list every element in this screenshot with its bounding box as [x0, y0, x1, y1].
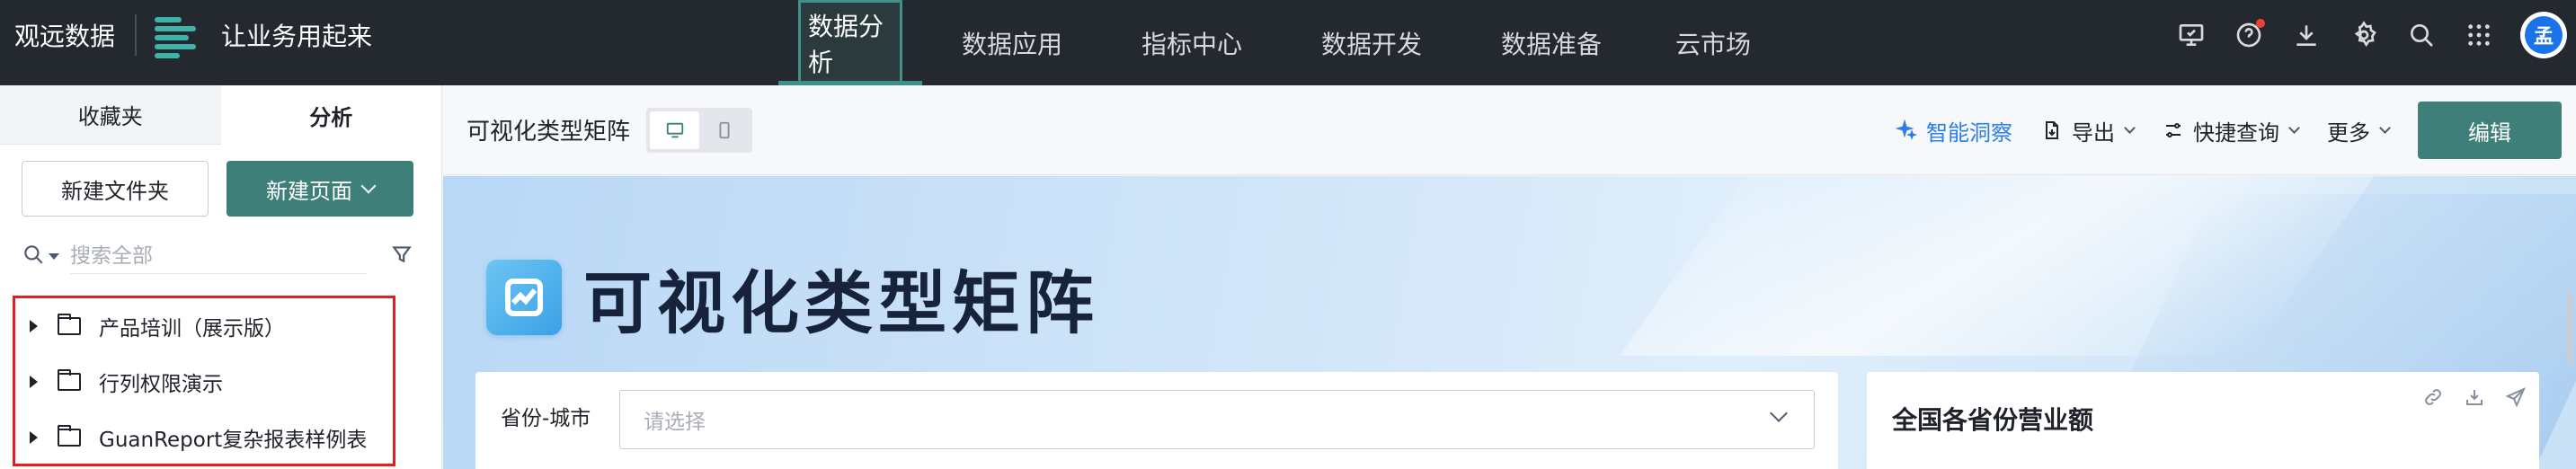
tab-favorites[interactable]: 收藏夹: [0, 85, 221, 145]
folder-label: 产品培训（展示版）: [99, 317, 285, 341]
brand-name: 观远数据: [14, 22, 116, 51]
nav-item-data-prep[interactable]: 数据准备: [1461, 0, 1641, 85]
nav-item-label: 数据准备: [1500, 29, 1602, 59]
notification-dot: [2256, 19, 2265, 28]
tree-folder-item[interactable]: 产品培训（展示版）: [15, 298, 393, 354]
folder-label: GuanReport复杂报表样例表: [99, 429, 368, 452]
chevron-down-icon: [2288, 121, 2300, 134]
search-input[interactable]: [70, 238, 367, 274]
brand[interactable]: 观远数据 让业务用起来: [14, 0, 372, 70]
top-navigation-bar: 观远数据 让业务用起来 数据分析 数据应用 指标中心 数据开发 数据准备 云市场: [0, 0, 2576, 86]
card-tools: [2422, 386, 2527, 411]
more-label: 更多: [2327, 119, 2370, 146]
new-folder-button[interactable]: 新建文件夹: [22, 161, 209, 217]
settings-icon[interactable]: [2335, 6, 2393, 64]
desktop-view-button[interactable]: [650, 111, 700, 149]
province-city-select[interactable]: 请选择: [619, 390, 1815, 449]
sidebar: 收藏夹 分析 新建文件夹 新建页面 产品培训（展示版） 行列权限演示: [0, 85, 442, 469]
nav-item-cloud-market[interactable]: 云市场: [1641, 0, 1785, 85]
sidebar-actions: 新建文件夹 新建页面: [0, 161, 441, 217]
new-page-button[interactable]: 新建页面: [227, 161, 413, 217]
export-label: 导出: [2072, 119, 2115, 146]
top-icons: 孟: [2163, 0, 2576, 70]
sidebar-tabs: 收藏夹 分析: [0, 85, 441, 145]
nav-item-label: 数据分析: [798, 0, 902, 86]
monitor-icon[interactable]: [2163, 6, 2220, 64]
page-title: 可视化类型矩阵: [466, 119, 631, 146]
chevron-down-icon: [360, 178, 377, 194]
tree-folder-item[interactable]: 行列权限演示: [15, 354, 393, 410]
report-title: 可视化类型矩阵: [583, 263, 1099, 343]
chart-card: 全国各省份营业额: [1867, 372, 2539, 469]
chevron-down-icon: [2379, 121, 2391, 134]
chevron-down-icon: [2124, 121, 2136, 134]
page-toolbar: 可视化类型矩阵 智能洞察 导出 快捷查询 更多 编辑: [443, 85, 2576, 175]
tab-analysis[interactable]: 分析: [220, 85, 441, 145]
edit-button[interactable]: 编辑: [2418, 102, 2562, 159]
folder-tree: 产品培训（展示版） 行列权限演示 GuanReport复杂报表样例表: [13, 296, 395, 466]
new-page-button-label: 新建页面: [266, 178, 352, 204]
main-nav: 数据分析 数据应用 指标中心 数据开发 数据准备 云市场: [778, 0, 1785, 86]
report-canvas: 可视化类型矩阵 省份-城市 请选择 全国各省份营业额: [443, 176, 2576, 469]
nav-item-data-analysis[interactable]: 数据分析: [778, 0, 922, 86]
search-icon[interactable]: [22, 243, 45, 270]
nav-item-label: 云市场: [1674, 29, 1751, 59]
folder-icon: [58, 425, 81, 447]
brand-slogan: 让业务用起来: [221, 22, 373, 51]
chevron-down-icon: [1770, 404, 1788, 422]
folder-icon: [58, 314, 81, 335]
nav-item-label: 指标中心: [1141, 29, 1242, 59]
link-icon[interactable]: [2422, 386, 2444, 411]
nav-item-data-dev[interactable]: 数据开发: [1282, 0, 1461, 85]
ai-insight-button[interactable]: 智能洞察: [1896, 115, 2012, 146]
vertical-scrollbar[interactable]: [2567, 293, 2572, 365]
filter-card: 省份-城市 请选择: [475, 372, 1838, 469]
download-icon[interactable]: [2278, 6, 2335, 64]
export-button[interactable]: 导出: [2041, 115, 2136, 146]
device-toggle: [646, 107, 753, 153]
chart-title: 全国各省份营业额: [1892, 405, 2094, 435]
nav-item-data-apps[interactable]: 数据应用: [922, 0, 1102, 85]
report-chart-icon: [486, 260, 562, 335]
filter-label: 省份-城市: [501, 407, 591, 430]
apps-grid-icon[interactable]: [2450, 6, 2508, 64]
folder-icon: [58, 369, 81, 391]
download-icon[interactable]: [2464, 386, 2485, 411]
main-content: 可视化类型矩阵 智能洞察 导出 快捷查询 更多 编辑 可视化类型矩阵 省份-城市…: [443, 85, 2576, 469]
select-placeholder: 请选择: [644, 411, 706, 434]
brand-logo-icon: [155, 12, 201, 58]
more-button[interactable]: 更多: [2327, 115, 2391, 146]
user-avatar[interactable]: 孟: [2520, 12, 2567, 58]
nav-item-label: 数据应用: [961, 29, 1062, 59]
search-icon[interactable]: [2393, 6, 2450, 64]
brand-divider: [135, 14, 138, 56]
quick-query-label: 快捷查询: [2193, 119, 2279, 146]
ai-insight-label: 智能洞察: [1926, 119, 2012, 146]
expand-arrow-icon[interactable]: [30, 320, 38, 332]
sidebar-search: [22, 236, 413, 276]
tree-folder-item[interactable]: GuanReport复杂报表样例表: [15, 410, 393, 465]
filter-icon[interactable]: [390, 243, 413, 270]
report-header: 可视化类型矩阵: [486, 248, 1099, 347]
avatar-text: 孟: [2525, 16, 2563, 54]
send-icon[interactable]: [2505, 386, 2527, 411]
expand-arrow-icon[interactable]: [30, 376, 38, 388]
expand-arrow-icon[interactable]: [30, 431, 38, 444]
quick-query-button[interactable]: 快捷查询: [2163, 115, 2300, 146]
mobile-view-button[interactable]: [699, 111, 749, 149]
folder-label: 行列权限演示: [99, 373, 223, 396]
nav-item-metric-center[interactable]: 指标中心: [1102, 0, 1282, 85]
toolbar-actions: 智能洞察 导出 快捷查询 更多 编辑: [1896, 85, 2562, 175]
search-scope-dropdown-icon[interactable]: [49, 252, 59, 260]
help-icon[interactable]: [2220, 6, 2278, 64]
nav-item-label: 数据开发: [1320, 29, 1422, 59]
